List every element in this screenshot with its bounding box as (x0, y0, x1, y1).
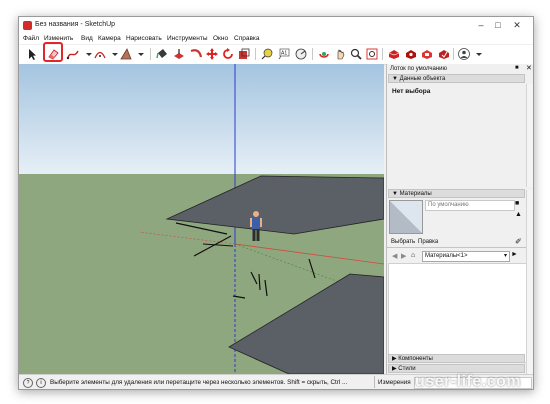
info-icon[interactable]: i (36, 378, 46, 388)
menu-bar: Файл Изменить Вид Камера Нарисовать Инст… (19, 34, 533, 44)
menu-help[interactable]: Справка (234, 35, 260, 42)
sketchup-window: Без названия - SketchUp – □ ✕ Файл Измен… (18, 16, 534, 390)
geo-location-icon[interactable]: ? (23, 378, 33, 388)
protractor-icon[interactable] (294, 47, 308, 61)
paint-bucket-icon[interactable] (155, 47, 169, 61)
materials-collection-dropdown[interactable]: Материалы<1> ▾ (422, 251, 510, 262)
pin-icon[interactable]: ■ (515, 65, 519, 71)
account-icon[interactable] (457, 47, 471, 61)
menu-camera[interactable]: Камера (98, 35, 121, 42)
layout-icon[interactable] (420, 47, 434, 61)
toolbar-separator (312, 48, 313, 60)
material-name-field[interactable]: По умолчанию (425, 200, 515, 211)
home-icon[interactable]: ⌂ (411, 252, 415, 259)
menu-tools[interactable]: Инструменты (167, 35, 208, 42)
tray-title: Лоток по умолчанию (390, 66, 447, 72)
scale-icon[interactable] (237, 47, 251, 61)
tray-scrollbar[interactable] (526, 84, 533, 187)
extension-warehouse-icon[interactable] (404, 47, 418, 61)
maximize-icon[interactable]: □ (492, 20, 504, 31)
3d-warehouse-icon[interactable] (387, 47, 401, 61)
move-icon[interactable] (205, 47, 219, 61)
collapse-arrow-icon: ▼ (392, 191, 400, 197)
collapse-arrow-icon: ▼ (392, 76, 400, 82)
follow-me-icon[interactable] (189, 47, 203, 61)
shape-icon[interactable] (119, 47, 133, 61)
menu-view[interactable]: Вид (81, 35, 93, 42)
default-tray: Лоток по умолчанию ■ ✕ ▼ Данные объекта … (386, 64, 533, 374)
tab-edit[interactable]: Правка (418, 239, 438, 245)
status-hint: Выберите элементы для удаления или перет… (50, 379, 348, 386)
materials-header[interactable]: ▼ Материалы (388, 189, 525, 198)
menu-draw[interactable]: Нарисовать (126, 35, 162, 42)
toolbar-separator (382, 48, 383, 60)
details-arrow-icon[interactable]: ► (511, 251, 518, 258)
sky (19, 64, 384, 174)
material-preview-swatch (389, 200, 423, 234)
materials-header-label: Материалы (399, 191, 432, 197)
menu-file[interactable]: Файл (23, 35, 39, 42)
pan-icon[interactable] (333, 47, 347, 61)
toolbar-separator (150, 48, 151, 60)
back-arrow-icon[interactable]: ◀ (392, 252, 397, 260)
rotate-icon[interactable] (221, 47, 235, 61)
3d-viewport[interactable] (19, 64, 384, 374)
entity-info-header[interactable]: ▼ Данные объекта (388, 74, 525, 83)
orbit-icon[interactable] (317, 47, 331, 61)
components-header-label: Компоненты (398, 356, 433, 362)
entity-info-value: Нет выбора (392, 88, 431, 95)
title-bar: Без названия - SketchUp – □ ✕ (19, 17, 533, 34)
watermark: user-life.com (415, 373, 522, 390)
entity-info-header-label: Данные объекта (399, 76, 446, 82)
zoom-icon[interactable] (349, 47, 363, 61)
status-separator (374, 376, 375, 388)
line-icon[interactable] (66, 47, 80, 61)
eraser-highlight-frame (43, 42, 63, 62)
select-icon[interactable] (25, 47, 39, 61)
zoom-extents-icon[interactable] (365, 47, 379, 61)
styles-header-label: Стили (398, 366, 416, 372)
measurements-label: Измерения (378, 379, 411, 386)
menu-window[interactable]: Окно (213, 35, 228, 42)
materials-collection-value: Материалы<1> (425, 253, 468, 259)
create-material-icon[interactable]: ■ (515, 200, 523, 208)
components-header[interactable]: ▶ Компоненты (388, 354, 525, 363)
push-pull-icon[interactable] (172, 47, 186, 61)
menu-edit[interactable]: Изменить (44, 35, 73, 42)
tray-close-icon[interactable]: ✕ (526, 64, 532, 72)
toolbar: A1 (19, 45, 533, 65)
dropdown-arrow-icon[interactable] (134, 47, 148, 61)
tab-select[interactable]: Выбрать (391, 239, 415, 245)
materials-list-area[interactable] (388, 263, 528, 363)
extension-manager-icon[interactable] (437, 47, 451, 61)
toolbar-separator (453, 48, 454, 60)
arc-icon[interactable] (93, 47, 107, 61)
sample-paint-icon[interactable]: ▲ (515, 211, 523, 219)
dropdown-arrow-icon[interactable] (472, 47, 486, 61)
materials-tabs: Выбрать Правка ✐ (387, 237, 526, 248)
forward-arrow-icon[interactable]: ▶ (401, 252, 406, 260)
text-icon[interactable]: A1 (277, 47, 291, 61)
svg-text:A1: A1 (281, 51, 287, 57)
chevron-down-icon: ▾ (503, 253, 507, 259)
toolbar-separator (255, 48, 256, 60)
close-icon[interactable]: ✕ (511, 20, 523, 31)
eyedropper-icon[interactable]: ✐ (515, 237, 522, 246)
styles-header[interactable]: ▶ Стили (388, 364, 525, 373)
materials-scrollbar[interactable] (526, 190, 533, 374)
tape-measure-icon[interactable] (260, 47, 274, 61)
sketchup-logo-icon (23, 21, 32, 30)
window-title: Без названия - SketchUp (35, 21, 116, 28)
minimize-icon[interactable]: – (475, 20, 487, 31)
